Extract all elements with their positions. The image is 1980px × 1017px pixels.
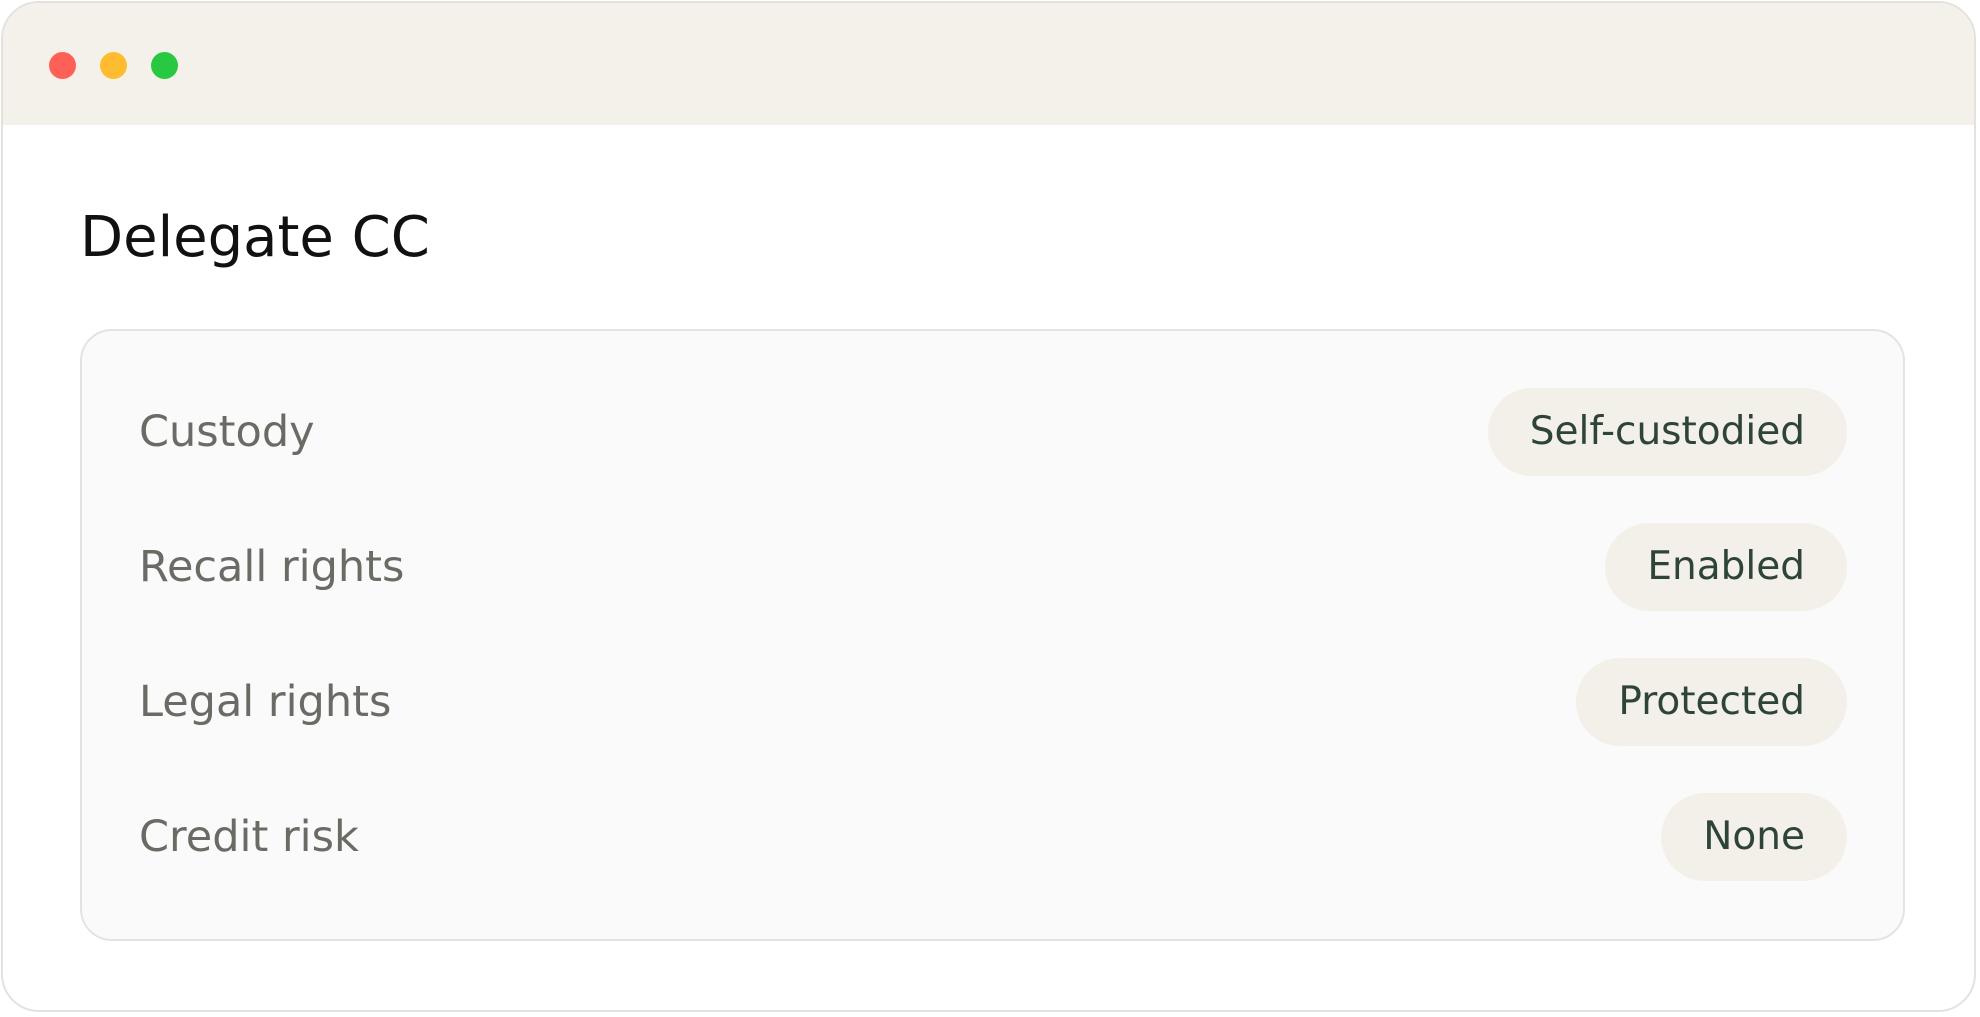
maximize-button[interactable] [151,52,178,79]
status-badge: Protected [1576,658,1847,746]
row-label: Credit risk [139,812,359,862]
detail-row-credit-risk: Credit risk None [82,793,1903,881]
detail-row-custody: Custody Self-custodied [82,388,1903,476]
close-button[interactable] [49,52,76,79]
status-badge: None [1661,793,1847,881]
row-label: Legal rights [139,677,392,727]
page-title: Delegate CC [80,205,430,270]
minimize-button[interactable] [100,52,127,79]
details-card: Custody Self-custodied Recall rights Ena… [80,329,1905,941]
app-window: Delegate CC Custody Self-custodied Recal… [1,1,1976,1012]
status-badge: Self-custodied [1487,388,1847,476]
status-badge: Enabled [1605,523,1847,611]
title-bar [3,3,1974,125]
row-label: Custody [139,407,315,457]
detail-row-legal-rights: Legal rights Protected [82,658,1903,746]
detail-row-recall-rights: Recall rights Enabled [82,523,1903,611]
row-label: Recall rights [139,542,405,592]
